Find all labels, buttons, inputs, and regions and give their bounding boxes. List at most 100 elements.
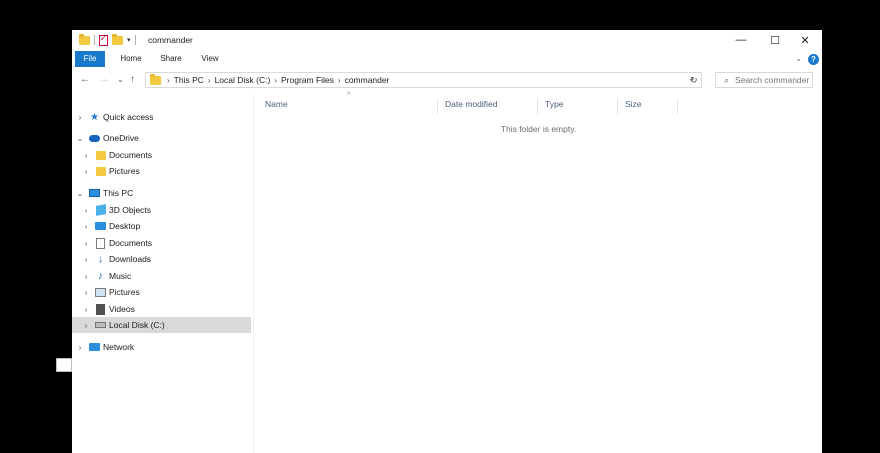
tree-label: Documents xyxy=(109,238,152,248)
document-icon xyxy=(95,237,106,249)
column-divider[interactable] xyxy=(437,98,438,114)
file-explorer-window: ▾ commander — ☐ ✕ File Home Share View ⌄… xyxy=(72,30,822,453)
new-folder-icon[interactable] xyxy=(112,33,123,45)
tree-item-desktop[interactable]: › Desktop xyxy=(72,218,251,234)
background-window-fragment xyxy=(56,358,72,372)
tree-label: Pictures xyxy=(109,287,140,297)
tree-label: This PC xyxy=(103,188,134,198)
tree-item-local-disk[interactable]: › Local Disk (C:) xyxy=(72,317,251,333)
column-header-type[interactable]: Type xyxy=(545,99,563,109)
tree-item-network[interactable]: › Network xyxy=(72,339,251,355)
tree-item-music[interactable]: › ♪ Music xyxy=(72,268,251,284)
tree-item-videos[interactable]: › Videos xyxy=(72,301,251,317)
folder-icon xyxy=(79,33,90,45)
toolbar-divider xyxy=(134,35,136,45)
tree-label: OneDrive xyxy=(103,133,139,143)
help-icon[interactable]: ? xyxy=(808,54,819,65)
music-note-icon: ♪ xyxy=(97,270,104,282)
computer-icon xyxy=(89,188,100,198)
pane-divider[interactable] xyxy=(253,94,254,453)
search-placeholder: Search commander xyxy=(735,75,810,85)
expand-chevron-icon[interactable]: › xyxy=(82,222,90,231)
expand-chevron-icon[interactable]: › xyxy=(76,113,84,122)
up-button[interactable]: ↑ xyxy=(130,74,135,85)
breadcrumb-separator[interactable]: › xyxy=(274,76,277,85)
file-list: ^ Name Date modified Type Size This fold… xyxy=(255,92,822,453)
expand-chevron-icon[interactable]: › xyxy=(82,255,90,264)
tree-label: Documents xyxy=(109,150,152,160)
expand-chevron-icon[interactable]: › xyxy=(82,321,90,330)
tree-label: Music xyxy=(109,271,132,281)
expand-chevron-icon[interactable]: › xyxy=(76,343,84,352)
navigation-bar: ← → ⌄ ↑ › This PC › Local Disk (C:) › Pr… xyxy=(72,69,822,91)
window-title: commander xyxy=(148,35,193,45)
tree-label: Quick access xyxy=(103,112,154,122)
back-button[interactable]: ← xyxy=(80,74,90,85)
expand-chevron-icon[interactable]: › xyxy=(82,305,90,314)
toolbar-divider xyxy=(94,35,95,45)
close-button[interactable]: ✕ xyxy=(788,30,822,50)
folder-icon xyxy=(95,166,106,176)
expand-chevron-icon[interactable]: › xyxy=(82,288,90,297)
column-divider[interactable] xyxy=(617,98,618,114)
expand-ribbon-icon[interactable]: ⌄ xyxy=(795,54,802,63)
properties-icon[interactable] xyxy=(99,34,108,46)
breadcrumb-local-disk[interactable]: Local Disk (C:) xyxy=(215,75,271,85)
tree-label: Local Disk (C:) xyxy=(109,320,165,330)
tree-item-downloads[interactable]: › ↓ Downloads xyxy=(72,251,251,267)
minimize-button[interactable]: — xyxy=(724,30,758,50)
recent-locations-button[interactable]: ⌄ xyxy=(117,75,124,84)
picture-icon xyxy=(95,287,106,297)
tab-view[interactable]: View xyxy=(192,51,228,67)
collapse-chevron-icon[interactable]: ⌄ xyxy=(76,134,84,143)
refresh-icon[interactable]: ↻ xyxy=(690,75,698,86)
collapse-chevron-icon[interactable]: ⌄ xyxy=(76,189,84,198)
tab-home[interactable]: Home xyxy=(115,51,147,67)
tree-item-quick-access[interactable]: › ★ Quick access xyxy=(72,109,251,125)
breadcrumb-separator[interactable]: › xyxy=(338,76,341,85)
folder-icon xyxy=(150,73,161,85)
tree-item-onedrive-pictures[interactable]: › Pictures xyxy=(72,163,251,179)
empty-folder-message: This folder is empty. xyxy=(500,124,577,134)
tree-item-this-pc[interactable]: ⌄ This PC xyxy=(72,185,251,201)
column-header-size[interactable]: Size xyxy=(625,99,642,109)
expand-chevron-icon[interactable]: › xyxy=(82,151,90,160)
forward-button[interactable]: → xyxy=(99,74,109,85)
column-header-name[interactable]: Name xyxy=(265,99,288,109)
address-bar[interactable]: › This PC › Local Disk (C:) › Program Fi… xyxy=(145,72,702,88)
ribbon-tabs: File Home Share View ⌄ ? xyxy=(72,51,822,67)
expand-chevron-icon[interactable]: › xyxy=(82,167,90,176)
tree-label: Desktop xyxy=(109,221,141,231)
column-divider[interactable] xyxy=(537,98,538,114)
column-divider[interactable] xyxy=(677,98,678,114)
star-icon: ★ xyxy=(90,111,99,123)
column-header-date-modified[interactable]: Date modified xyxy=(445,99,497,109)
tab-share[interactable]: Share xyxy=(155,51,187,67)
search-icon: ⌕ xyxy=(724,74,730,85)
tab-file[interactable]: File xyxy=(75,51,105,67)
maximize-button[interactable]: ☐ xyxy=(758,30,792,50)
breadcrumb-commander[interactable]: commander xyxy=(345,75,390,85)
sort-caret-icon: ^ xyxy=(347,92,351,99)
breadcrumb-separator: › xyxy=(167,75,170,85)
tree-label: Downloads xyxy=(109,254,152,264)
tree-label: Videos xyxy=(109,304,135,314)
tree-item-onedrive-documents[interactable]: › Documents xyxy=(72,147,251,163)
cloud-icon xyxy=(89,133,100,143)
expand-chevron-icon[interactable]: › xyxy=(82,239,90,248)
customize-toolbar-arrow-icon[interactable]: ▾ xyxy=(127,36,131,44)
drive-icon xyxy=(95,320,106,330)
tree-item-onedrive[interactable]: ⌄ OneDrive xyxy=(72,130,251,146)
navigation-pane: › ★ Quick access ⌄ OneDrive › Documents … xyxy=(72,94,252,453)
breadcrumb-this-pc[interactable]: This PC xyxy=(174,75,204,85)
tree-item-3d-objects[interactable]: › 3D Objects xyxy=(72,202,251,218)
tree-item-pictures[interactable]: › Pictures xyxy=(72,284,251,300)
title-bar: ▾ commander — ☐ ✕ xyxy=(72,30,822,50)
tree-item-documents[interactable]: › Documents xyxy=(72,235,251,251)
breadcrumb-program-files[interactable]: Program Files xyxy=(281,75,334,85)
expand-chevron-icon[interactable]: › xyxy=(82,206,90,215)
search-input[interactable]: ⌕ Search commander xyxy=(715,72,813,88)
expand-chevron-icon[interactable]: › xyxy=(82,272,90,281)
desktop-icon xyxy=(95,221,106,231)
breadcrumb-separator[interactable]: › xyxy=(208,76,211,85)
